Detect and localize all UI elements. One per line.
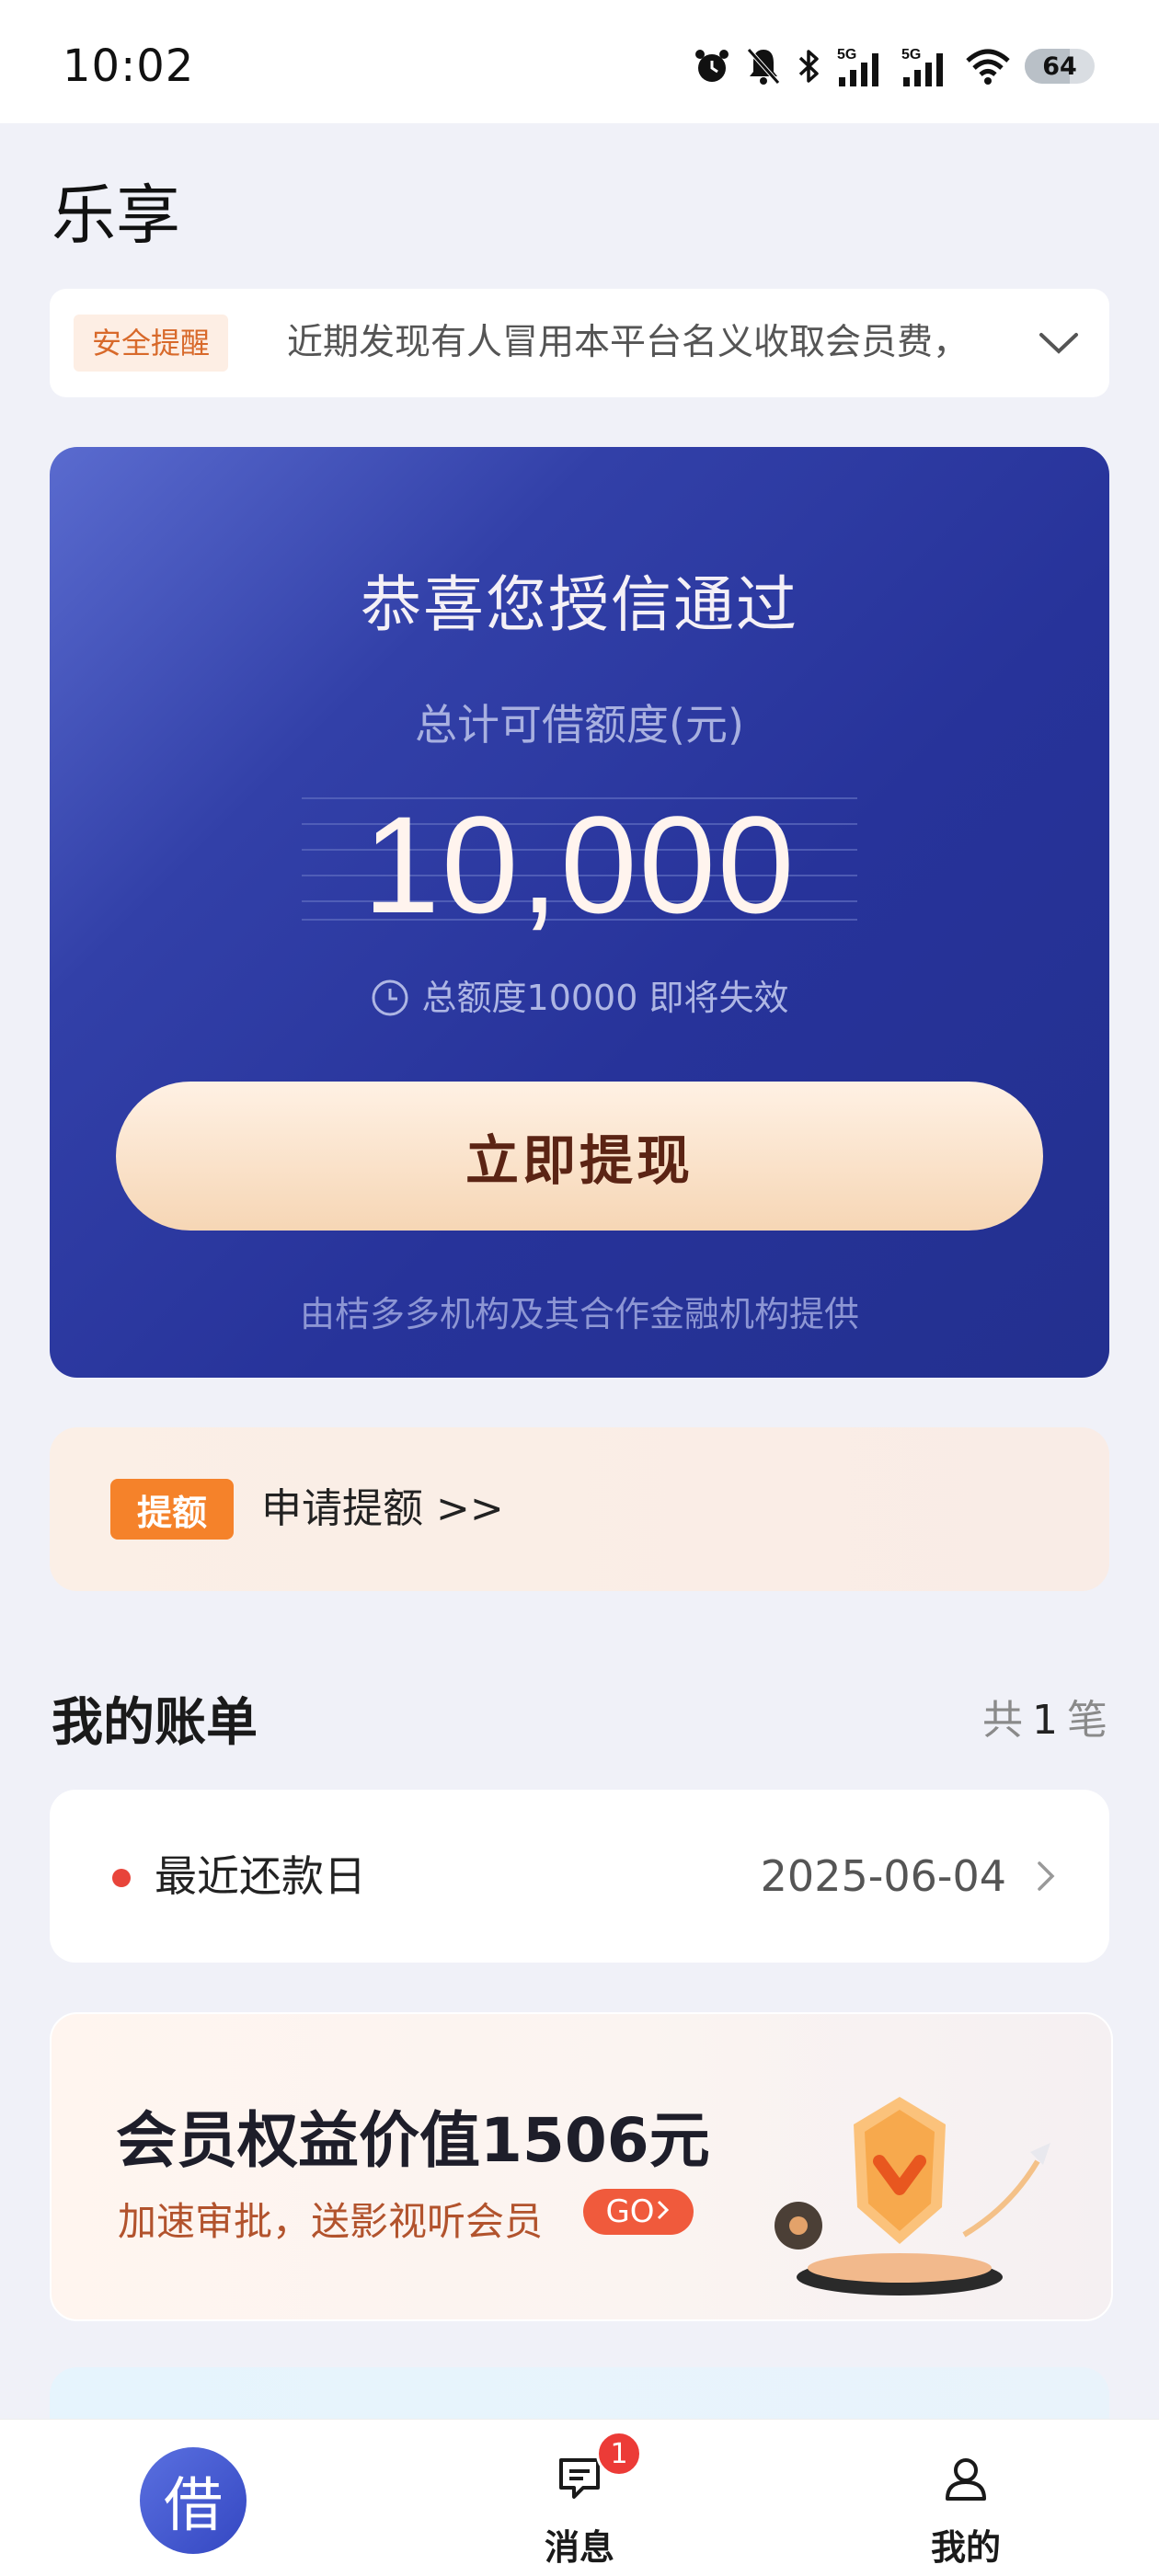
chevron-right-icon (1036, 1858, 1058, 1895)
cellular-signal-icon-1: 5G (835, 44, 887, 88)
message-unread-badge: 1 (596, 2431, 642, 2477)
credit-approved-title: 恭喜您授信通过 (361, 569, 798, 640)
status-time: 10:02 (63, 40, 195, 92)
raise-limit-banner[interactable]: 提额 申请提额 >> (50, 1427, 1109, 1591)
security-notice-message: 近期发现有人冒用本平台名义收取会员费， (287, 322, 970, 363)
user-profile-icon (942, 2455, 990, 2502)
security-notice-bar[interactable]: 安全提醒 近期发现有人冒用本平台名义收取会员费， (50, 289, 1109, 397)
bluetooth-icon (795, 46, 822, 86)
credit-expire-notice: 总额度10000 即将失效 (50, 969, 1109, 1025)
withdraw-now-button[interactable]: 立即提现 (116, 1082, 1043, 1231)
status-icons: 5G 5G 64 (692, 42, 1095, 90)
wifi-icon (964, 46, 1012, 86)
raise-limit-link[interactable]: 申请提额 >> (261, 1479, 504, 1540)
chevron-down-icon[interactable] (1036, 324, 1082, 364)
vip-badge-illustration (762, 2069, 1074, 2299)
member-go-button[interactable]: GO (583, 2189, 694, 2235)
battery-indicator: 64 (1025, 49, 1095, 84)
alert-dot (112, 1869, 131, 1887)
battery-level-text: 64 (1042, 52, 1077, 81)
member-benefits-subline: 加速审批，送影视听会员 (118, 2199, 544, 2244)
tab-mine[interactable]: 我的 (855, 2420, 1076, 2576)
credit-provider-text: 由桔多多机构及其合作金融机构提供 (299, 1294, 859, 1334)
raise-limit-badge: 提额 (110, 1479, 234, 1540)
bills-count-prefix: 共 (982, 1697, 1023, 1744)
credit-amount-area: 10,000 (302, 787, 857, 942)
bottom-tab-bar: 借 1 消息 我的 (0, 2419, 1159, 2576)
tab-borrow-icon: 借 (140, 2447, 247, 2554)
chevron-right-small-icon (655, 2193, 671, 2230)
clock-icon (371, 979, 409, 1025)
tab-messages-label: 消息 (544, 2527, 614, 2568)
member-benefits-headline: 会员权益价值1506元 (116, 2105, 710, 2176)
alarm-icon (692, 46, 732, 86)
security-notice-tag: 安全提醒 (74, 315, 229, 372)
bills-count-suffix: 笔 (1067, 1697, 1107, 1744)
tab-messages[interactable]: 1 消息 (469, 2420, 690, 2576)
credit-card: 恭喜您授信通过 总计可借额度(元) 10,000 总额度10000 即将失效 立… (50, 447, 1109, 1378)
bills-heading: 我的账单 (52, 1693, 258, 1753)
next-repayment-date: 2025-06-04 (760, 1851, 1006, 1901)
network-type-2: 5G (901, 47, 921, 63)
tab-mine-label: 我的 (930, 2527, 1001, 2568)
mute-bell-icon (745, 46, 782, 86)
next-repayment-row[interactable]: 最近还款日 2025-06-04 (50, 1790, 1109, 1963)
status-bar: 10:02 5G 5G 64 (0, 0, 1159, 123)
next-repayment-label: 最近还款日 (155, 1851, 366, 1901)
cellular-signal-icon-2: 5G (900, 44, 951, 88)
credit-expire-text: 总额度10000 即将失效 (421, 978, 789, 1018)
member-benefits-banner[interactable]: 会员权益价值1506元 加速审批，送影视听会员 GO (50, 2012, 1113, 2321)
member-go-label: GO (605, 2193, 655, 2230)
credit-limit-label: 总计可借额度(元) (415, 700, 744, 750)
page-title: 乐享 (52, 177, 180, 253)
bills-count-number: 1 (1032, 1697, 1058, 1744)
network-type-1: 5G (837, 47, 856, 63)
message-icon (556, 2455, 603, 2502)
bills-count: 共1笔 (982, 1687, 1107, 1746)
tab-borrow[interactable]: 借 (83, 2420, 304, 2576)
credit-amount: 10,000 (362, 787, 797, 942)
